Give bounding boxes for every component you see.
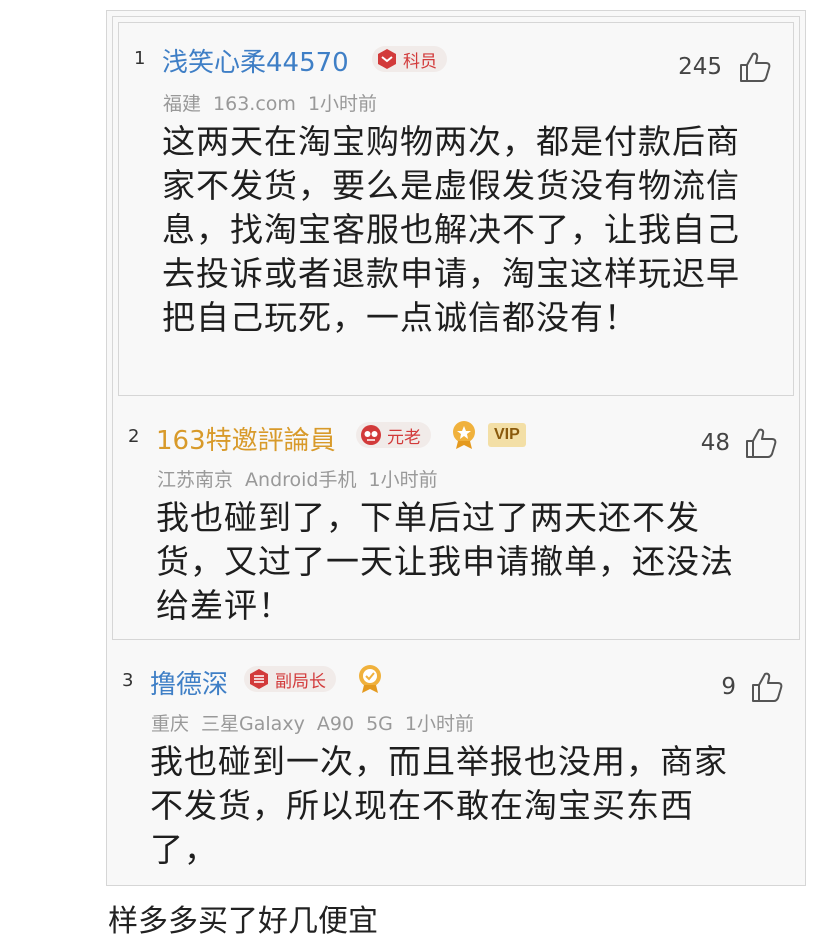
rank-badge: 元老 xyxy=(356,422,431,448)
rank-badge-icon xyxy=(250,669,268,689)
comment-index: 2 xyxy=(128,426,140,447)
comment-text: 我也碰到了，下单后过了两天还不发货，又过了一天让我申请撤单，还没法给差评！ xyxy=(156,498,734,625)
rank-badge-icon xyxy=(378,49,396,69)
rank-badge-label: 科员 xyxy=(403,51,437,72)
comment-meta: 重庆 三星Galaxy A90 5G 1小时前 xyxy=(151,713,475,735)
rank-badge-label: 元老 xyxy=(387,427,421,448)
username[interactable]: 撸德深 xyxy=(150,664,228,701)
rank-badge: 科员 xyxy=(372,46,447,72)
comment-meta: 江苏南京 Android手机 1小时前 xyxy=(157,469,438,491)
like-count: 48 xyxy=(700,430,730,456)
comment-meta: 福建 163.com 1小时前 xyxy=(163,93,378,115)
username[interactable]: 浅笑心柔44570 xyxy=(162,42,349,79)
vip-badge: VIP xyxy=(488,423,526,447)
medal-icon xyxy=(359,665,381,693)
comment-text: 我也碰到一次，而且举报也没用，商家不发货，所以现在不敢在淘宝买东西了， xyxy=(150,742,728,869)
like-count: 245 xyxy=(678,54,722,80)
like-count: 9 xyxy=(721,674,736,700)
thumbs-up-icon[interactable] xyxy=(750,670,784,704)
comment-index: 1 xyxy=(134,48,146,69)
comment-text: 这两天在淘宝购物两次，都是付款后商家不发货，要么是虚假发货没有物流信息，找淘宝客… xyxy=(162,122,740,337)
rank-badge: 副局长 xyxy=(244,666,336,692)
comment-index: 3 xyxy=(122,670,134,691)
next-comment-partial-text: 样多多买了好几便宜 xyxy=(108,904,378,939)
rank-badge-label: 副局长 xyxy=(275,671,326,692)
rank-badge-icon xyxy=(361,425,381,445)
thumbs-up-icon[interactable] xyxy=(744,426,778,460)
username[interactable]: 163特邀評論員 xyxy=(156,420,336,457)
medal-icon xyxy=(453,421,475,449)
thumbs-up-icon[interactable] xyxy=(738,50,772,84)
